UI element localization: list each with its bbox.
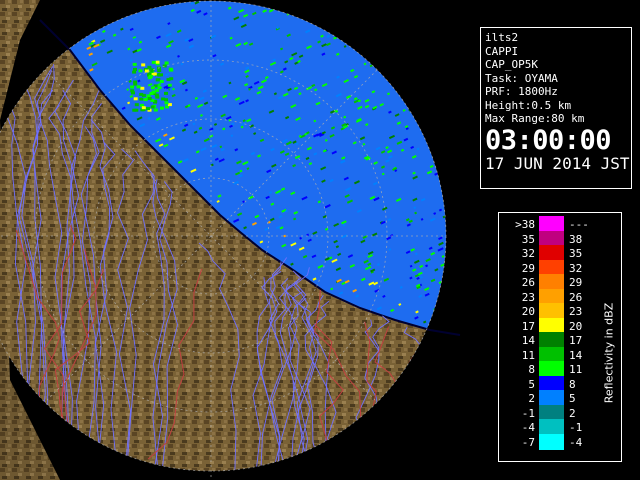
legend-min-value: 32 bbox=[521, 247, 535, 260]
legend-max-value: 23 bbox=[569, 305, 583, 318]
legend-max-value: 14 bbox=[569, 348, 583, 362]
legend-unit-label: Reflectivity in dBZ bbox=[602, 302, 616, 404]
legend-max-value: -4 bbox=[569, 435, 583, 449]
legend-min-value: 20 bbox=[521, 305, 535, 318]
legend-max-value: 32 bbox=[569, 261, 583, 275]
observation-date: 17 JUN 2014 JST bbox=[485, 153, 630, 173]
legend-min-value: -7 bbox=[521, 435, 535, 449]
task-name: Task: OYAMA bbox=[485, 71, 558, 85]
product-name: CAPPI bbox=[485, 44, 519, 58]
prf-value: PRF: 1800Hz bbox=[485, 85, 558, 98]
legend-min-value: 17 bbox=[521, 319, 535, 333]
legend-min-value: 8 bbox=[528, 363, 535, 376]
legend-max-value: 5 bbox=[569, 392, 576, 405]
legend-max-value: 20 bbox=[569, 319, 583, 333]
legend-min-value: 14 bbox=[521, 334, 535, 347]
legend-max-value: 17 bbox=[569, 334, 583, 347]
legend-min-value: -1 bbox=[521, 406, 535, 420]
legend-min-value: 26 bbox=[521, 276, 535, 289]
legend-min-value: 35 bbox=[521, 232, 535, 246]
legend-max-value: 11 bbox=[569, 363, 583, 376]
legend-min-value: 5 bbox=[528, 377, 535, 391]
legend-min-value: >38 bbox=[515, 218, 535, 231]
info-panel: ilts2 CAPPI CAP_OP5K Task: OYAMA PRF: 18… bbox=[480, 27, 632, 189]
height-value: Height:0.5 km bbox=[485, 98, 572, 112]
legend-max-value: 8 bbox=[569, 377, 576, 391]
legend-max-value: 35 bbox=[569, 247, 583, 260]
legend-max-value: -1 bbox=[569, 421, 583, 434]
product-code: CAP_OP5K bbox=[485, 58, 538, 71]
legend-min-value: 11 bbox=[521, 348, 535, 362]
radar-map bbox=[0, 0, 480, 480]
legend-max-value: --- bbox=[569, 218, 589, 231]
legend-max-value: 2 bbox=[569, 406, 576, 420]
color-legend: >38 --- 35 38 32 35 29 32 26 29 23 26 20 23 17 20 14 17 11… bbox=[498, 212, 622, 462]
legend-max-value: 38 bbox=[569, 232, 583, 246]
station-name: ilts2 bbox=[485, 31, 519, 44]
legend-min-value: -4 bbox=[521, 421, 535, 434]
legend-max-value: 29 bbox=[569, 276, 583, 289]
observation-time: 03:00:00 bbox=[485, 124, 612, 156]
max-range-value: Max Range:80 km bbox=[485, 112, 585, 125]
legend-min-value: 2 bbox=[528, 392, 535, 405]
legend-color-swatch bbox=[539, 433, 564, 450]
legend-min-value: 29 bbox=[521, 261, 535, 275]
legend-min-value: 23 bbox=[521, 290, 535, 304]
legend-max-value: 26 bbox=[569, 290, 583, 304]
